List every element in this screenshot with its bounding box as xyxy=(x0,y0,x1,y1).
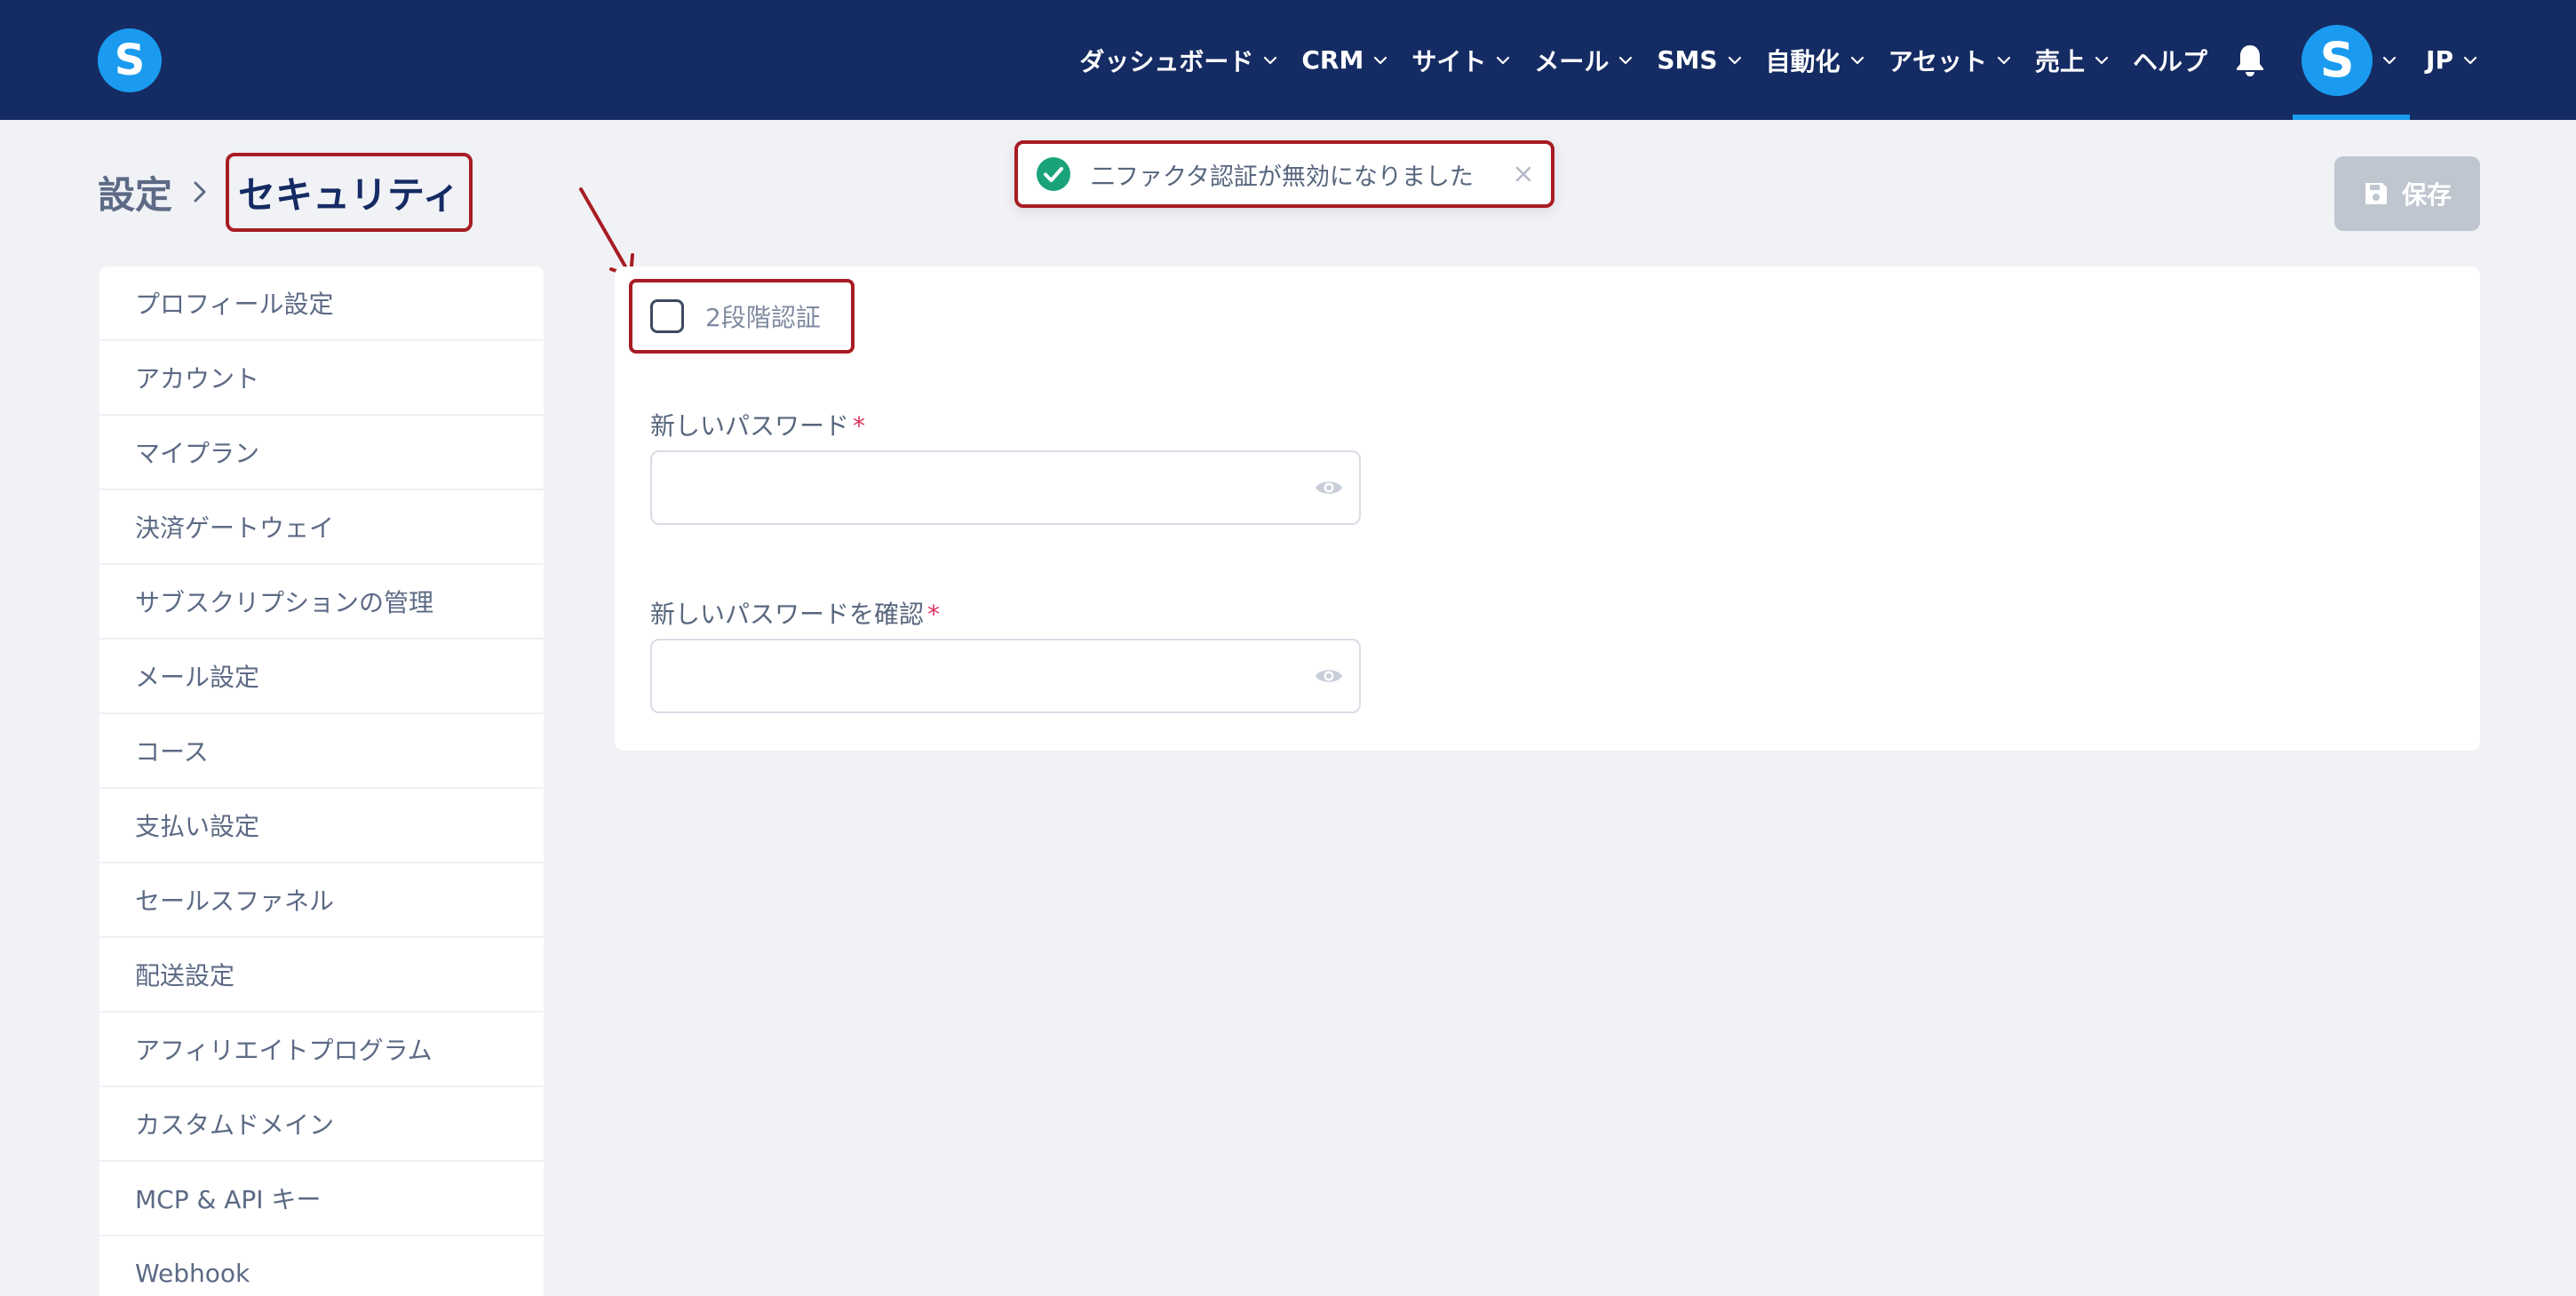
sidebar-item-profile-settings[interactable]: プロフィール設定 xyxy=(99,266,544,341)
top-navigation-bar: S ダッシュボード CRM サイト メール SMS 自動化 アセット 売上 ヘル… xyxy=(0,0,2576,120)
nav-item-dashboard[interactable]: ダッシュボード xyxy=(1079,43,1278,78)
language-selector[interactable]: JP xyxy=(2426,45,2478,75)
sidebar-item-label: コース xyxy=(135,737,209,767)
required-mark: * xyxy=(853,411,866,441)
required-mark: * xyxy=(927,600,941,629)
security-settings-card: 2段階認証 新しいパスワード * 新しいパスワードを確認 * xyxy=(615,266,2480,751)
sidebar-item-label: セールスファネル xyxy=(135,887,335,916)
sidebar-item-my-plan[interactable]: マイプラン xyxy=(99,416,544,490)
two-factor-label: 2段階認証 xyxy=(705,303,821,332)
nav-item-crm[interactable]: CRM xyxy=(1301,45,1388,75)
new-password-label: 新しいパスワード * xyxy=(650,407,865,442)
nav-item-label: 自動化 xyxy=(1765,46,1841,76)
sidebar-item-label: 決済ゲートウェイ xyxy=(135,513,335,543)
nav-item-site[interactable]: サイト xyxy=(1411,43,1511,78)
nav-item-help[interactable]: ヘルプ xyxy=(2133,43,2207,78)
toast-message: 二ファクタ認証が無効になりました xyxy=(1091,163,1474,191)
nav-item-label: サイト xyxy=(1411,46,1487,76)
sidebar-item-label: サブスクリプションの管理 xyxy=(135,588,434,617)
chevron-down-icon xyxy=(2463,56,2477,64)
sidebar-item-payment-settings[interactable]: 支払い設定 xyxy=(99,789,544,863)
sidebar-item-label: MCP & API キー xyxy=(135,1185,322,1214)
nav-item-label: CRM xyxy=(1301,45,1364,75)
sidebar-item-label: マイプラン xyxy=(135,439,260,468)
sidebar-item-label: メール設定 xyxy=(135,663,260,692)
new-password-label-text: 新しいパスワード xyxy=(650,411,850,441)
chevron-down-icon xyxy=(1997,56,2011,64)
sidebar-item-account[interactable]: アカウント xyxy=(99,341,544,416)
sidebar-item-label: アフィリエイトプログラム xyxy=(135,1036,433,1065)
save-button-label: 保存 xyxy=(2401,180,2452,210)
sidebar-item-mcp-api-keys[interactable]: MCP & API キー xyxy=(99,1162,544,1236)
new-password-input[interactable] xyxy=(670,452,1295,525)
chevron-down-icon xyxy=(1374,56,1387,64)
sidebar-item-label: カスタムドメイン xyxy=(135,1110,335,1140)
sidebar-item-label: Webhook xyxy=(135,1258,250,1288)
avatar: S xyxy=(2302,24,2373,96)
confirm-password-label-text: 新しいパスワードを確認 xyxy=(650,600,925,629)
nav-item-label: SMS xyxy=(1657,45,1718,75)
nav-item-label: 売上 xyxy=(2035,46,2086,76)
two-factor-checkbox[interactable] xyxy=(650,299,684,333)
settings-sidebar: プロフィール設定 アカウント マイプラン 決済ゲートウェイ サブスクリプションの… xyxy=(99,266,544,1296)
nav-item-label: メール xyxy=(1534,46,1610,76)
nav-item-label: ダッシュボード xyxy=(1079,46,1254,76)
breadcrumb: 設定 セキュリティ xyxy=(98,152,473,232)
sidebar-item-label: 配送設定 xyxy=(135,961,235,990)
nav-item-label: アセット xyxy=(1888,46,1988,76)
floppy-disk-icon xyxy=(2365,183,2387,204)
chevron-down-icon xyxy=(1728,56,1741,64)
sidebar-item-label: 支払い設定 xyxy=(135,812,260,841)
chevron-down-icon xyxy=(1850,56,1864,64)
sidebar-item-label: プロフィール設定 xyxy=(135,290,334,319)
eye-icon[interactable] xyxy=(1315,665,1343,687)
chevron-down-icon xyxy=(1497,56,1510,64)
sidebar-item-sales-funnel[interactable]: セールスファネル xyxy=(99,863,544,938)
nav-item-assets[interactable]: アセット xyxy=(1888,43,2012,78)
nav-item-sms[interactable]: SMS xyxy=(1657,45,1742,75)
chevron-down-icon xyxy=(1619,56,1633,64)
sidebar-item-subscription-management[interactable]: サブスクリプションの管理 xyxy=(99,565,544,640)
brand-logo[interactable]: S xyxy=(98,28,162,92)
page-title: セキュリティ xyxy=(226,152,473,232)
sidebar-item-courses[interactable]: コース xyxy=(99,714,544,789)
sidebar-item-webhook[interactable]: Webhook xyxy=(99,1236,544,1296)
close-icon[interactable] xyxy=(1514,164,1533,184)
check-circle-icon xyxy=(1037,157,1070,191)
new-password-field xyxy=(650,450,1361,525)
chevron-down-icon xyxy=(2095,56,2109,64)
sidebar-item-mail-settings[interactable]: メール設定 xyxy=(99,640,544,714)
sidebar-item-shipping-settings[interactable]: 配送設定 xyxy=(99,938,544,1013)
save-button[interactable]: 保存 xyxy=(2334,156,2480,231)
sidebar-item-payment-gateway[interactable]: 決済ゲートウェイ xyxy=(99,490,544,565)
main-menu: ダッシュボード CRM サイト メール SMS 自動化 アセット 売上 ヘルプ … xyxy=(1079,0,2478,120)
nav-item-automation[interactable]: 自動化 xyxy=(1766,43,1865,78)
sidebar-item-custom-domain[interactable]: カスタムドメイン xyxy=(99,1087,544,1162)
sidebar-item-label: アカウント xyxy=(135,364,260,394)
eye-icon[interactable] xyxy=(1315,477,1343,498)
success-toast: 二ファクタ認証が無効になりました xyxy=(1014,140,1554,208)
user-menu[interactable]: S xyxy=(2293,0,2411,120)
nav-item-mail[interactable]: メール xyxy=(1534,43,1634,78)
chevron-down-icon xyxy=(2382,56,2397,64)
breadcrumb-settings-link[interactable]: 設定 xyxy=(98,165,172,219)
confirm-password-field xyxy=(650,639,1361,713)
nav-item-label: ヘルプ xyxy=(2133,46,2208,76)
confirm-password-label: 新しいパスワードを確認 * xyxy=(650,595,940,631)
sidebar-item-affiliate-program[interactable]: アフィリエイトプログラム xyxy=(99,1013,544,1087)
chevron-right-icon xyxy=(194,181,206,203)
bell-icon[interactable] xyxy=(2234,43,2266,78)
nav-item-sales[interactable]: 売上 xyxy=(2035,43,2110,78)
chevron-down-icon xyxy=(1264,56,1277,64)
confirm-password-input[interactable] xyxy=(670,640,1295,713)
two-factor-toggle[interactable]: 2段階認証 xyxy=(629,279,855,354)
language-label: JP xyxy=(2426,45,2453,75)
